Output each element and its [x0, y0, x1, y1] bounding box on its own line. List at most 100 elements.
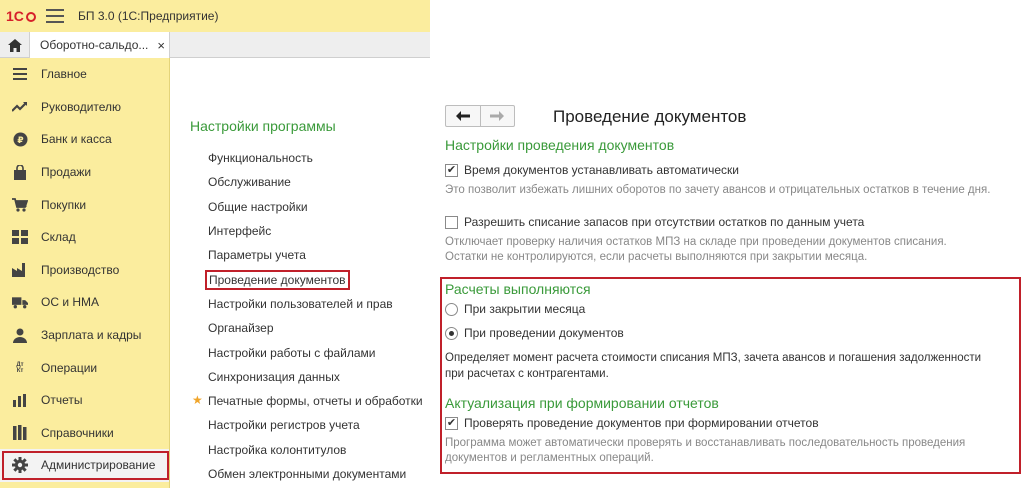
warehouse-icon	[12, 229, 28, 245]
sidebar-item-label: Отчеты	[41, 393, 83, 408]
nav-buttons	[445, 105, 515, 127]
sidebar-item-label: Справочники	[41, 425, 114, 440]
sidebar-item-2[interactable]: Руководителю	[0, 91, 169, 124]
sidebar-item-10[interactable]: Дт Кт Операции	[0, 351, 169, 384]
sidebar-item-4[interactable]: Продажи	[0, 156, 169, 189]
settings-link-label: Интерфейс	[208, 224, 272, 239]
settings-pane: Настройки программы Функциональность Обсл…	[170, 58, 430, 488]
bag-icon	[12, 164, 28, 180]
trend-icon	[12, 99, 28, 115]
person-icon	[12, 327, 28, 343]
settings-link-9[interactable]: Настройки работы с файлами	[208, 340, 433, 364]
app-title: БП 3.0 (1С:Предприятие)	[78, 9, 219, 23]
settings-link-label: Общие настройки	[208, 199, 308, 214]
settings-link-label: Обмен электронными документами	[208, 467, 407, 481]
page-title: Проведение документов	[553, 107, 747, 126]
sidebar-item-3[interactable]: ₽ Банк и касса	[0, 123, 169, 156]
highlight-frame	[440, 277, 1021, 474]
back-button[interactable]	[446, 106, 481, 126]
settings-link-12[interactable]: Настройки регистров учета	[208, 413, 433, 437]
settings-link-label: Проведение документов	[205, 269, 350, 290]
sidebar-item-7[interactable]: Производство	[0, 254, 169, 287]
sidebar-item-8[interactable]: ОС и НМА	[0, 286, 169, 319]
section-posting-settings-title: Настройки проведения документов	[445, 137, 675, 153]
allow-writeoff-hint-1: Отключает проверку наличия остатков МПЗ …	[445, 236, 947, 248]
sidebar-item-11[interactable]: Отчеты	[0, 384, 169, 417]
books-icon	[12, 425, 28, 441]
settings-link-label: Настройка колонтитулов	[208, 442, 347, 457]
settings-title: Настройки программы	[190, 118, 336, 134]
settings-list: Функциональность Обслуживание Общие настро…	[192, 146, 433, 486]
auto-time-checkbox[interactable]: ✔	[445, 163, 458, 177]
title-bar: 1C БП 3.0 (1С:Предприятие)	[0, 0, 430, 32]
forward-button[interactable]	[481, 106, 515, 126]
app-window: 1C БП 3.0 (1С:Предприятие) Оборотно-саль…	[0, 0, 430, 488]
gear-icon	[12, 457, 28, 474]
menu-icon	[12, 66, 28, 82]
allow-writeoff-checkbox[interactable]	[445, 215, 458, 229]
settings-link-6[interactable]: Проведение документов	[205, 267, 433, 291]
sidebar-item-label: ОС и НМА	[41, 295, 100, 310]
sidebar-item-9[interactable]: Зарплата и кадры	[0, 319, 169, 352]
sidebar: Главное Руководителю ₽ Банк и касса Продажи П…	[0, 58, 170, 488]
allow-writeoff-option[interactable]: Разрешить списание запасов при отсутстви…	[445, 215, 864, 229]
1c-logo-icon: 1C	[6, 7, 36, 25]
sidebar-item-label: Зарплата и кадры	[41, 328, 142, 343]
svg-text:1C: 1C	[6, 8, 24, 24]
sidebar-item-1[interactable]: Главное	[0, 58, 169, 91]
settings-link-label: Параметры учета	[208, 248, 306, 263]
factory-icon	[12, 262, 28, 278]
auto-time-hint: Это позволит избежать лишних оборотов по…	[445, 184, 991, 196]
settings-link-4[interactable]: Интерфейс	[208, 219, 433, 243]
allow-writeoff-label: Разрешить списание запасов при отсутстви…	[464, 215, 865, 229]
sidebar-item-label: Руководителю	[41, 99, 122, 114]
sidebar-item-6[interactable]: Склад	[0, 221, 169, 254]
settings-link-7[interactable]: Настройки пользователей и прав	[208, 292, 433, 316]
settings-link-11[interactable]: ★ Печатные формы, отчеты и обработки	[192, 389, 433, 413]
settings-link-label: Обслуживание	[208, 175, 291, 190]
svg-text:₽: ₽	[17, 136, 23, 146]
settings-link-label: Органайзер	[208, 321, 274, 336]
settings-link-1[interactable]: Функциональность	[208, 146, 433, 170]
arrow-right-icon	[490, 111, 505, 121]
truck-icon	[12, 294, 28, 310]
settings-link-3[interactable]: Общие настройки	[208, 195, 433, 219]
dt-kt-icon: Дт Кт	[16, 361, 24, 374]
sidebar-item-label: Операции	[41, 360, 98, 375]
main-menu-icon[interactable]	[46, 9, 64, 23]
sidebar-item-13[interactable]: Администрирование	[0, 449, 169, 482]
auto-time-option[interactable]: ✔ Время документов устанавливать автомат…	[445, 163, 739, 177]
sidebar-item-label: Администрирование	[41, 458, 156, 473]
settings-link-13[interactable]: Настройка колонтитулов	[208, 438, 433, 462]
tab-label: Оборотно-сальдо...	[40, 38, 149, 52]
settings-link-label: Печатные формы, отчеты и обработки	[208, 394, 423, 409]
settings-link-10[interactable]: Синхронизация данных	[208, 365, 433, 389]
settings-link-label: Синхронизация данных	[208, 369, 340, 384]
sidebar-item-label: Склад	[41, 230, 76, 245]
auto-time-label: Время документов устанавливать автоматич…	[464, 163, 739, 177]
settings-link-14[interactable]: Обмен электронными документами	[208, 462, 433, 486]
settings-link-8[interactable]: Органайзер	[208, 316, 433, 340]
tab-turnover-balance[interactable]: Оборотно-сальдо... ×	[30, 32, 170, 58]
sidebar-item-12[interactable]: Справочники	[0, 417, 169, 450]
sidebar-item-label: Производство	[41, 262, 120, 277]
settings-link-label: Настройки регистров учета	[208, 418, 360, 433]
star-icon: ★	[192, 392, 203, 407]
home-icon	[7, 38, 22, 52]
settings-link-label: Функциональность	[208, 151, 313, 166]
close-icon[interactable]: ×	[157, 38, 165, 53]
settings-link-label: Настройки работы с файлами	[208, 345, 376, 360]
sidebar-item-label: Покупки	[41, 197, 87, 212]
tab-bar: Оборотно-сальдо... ×	[0, 32, 430, 58]
arrow-left-icon	[455, 111, 470, 121]
bar-chart-icon	[12, 392, 28, 408]
home-tab[interactable]	[0, 32, 30, 58]
cart-icon	[12, 197, 28, 213]
ruble-icon: ₽	[12, 131, 28, 147]
settings-link-5[interactable]: Параметры учета	[208, 243, 433, 267]
settings-link-2[interactable]: Обслуживание	[208, 170, 433, 194]
sidebar-item-label: Главное	[41, 67, 87, 82]
settings-link-label: Настройки пользователей и прав	[208, 296, 393, 311]
allow-writeoff-hint-2: Остатки не контролируются, если расчеты …	[445, 251, 868, 263]
sidebar-item-5[interactable]: Покупки	[0, 188, 169, 221]
